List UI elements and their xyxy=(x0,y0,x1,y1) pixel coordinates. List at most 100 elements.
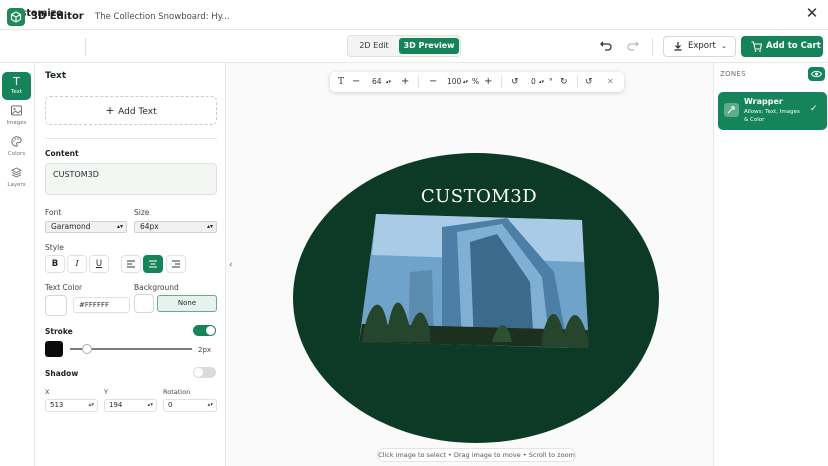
spinner-icon[interactable]: ▴▾ xyxy=(147,400,153,411)
zones-header: ZONES xyxy=(720,70,746,78)
rotation-unit: ° xyxy=(549,77,553,86)
font-select-value: Garamond xyxy=(51,222,91,231)
zone-item-wrapper[interactable]: Wrapper Allows: Text, Images & Color ✓ xyxy=(718,92,827,130)
divider xyxy=(577,76,578,88)
stroke-color-swatch[interactable] xyxy=(45,341,63,357)
preview-image[interactable] xyxy=(359,214,589,348)
select-arrows-icon: ▴▾ xyxy=(206,223,213,230)
mode-switcher: 2D Edit 3D Preview xyxy=(347,35,461,57)
content-textarea[interactable]: CUSTOM3D xyxy=(45,163,217,195)
rail-item-colors[interactable]: Colors xyxy=(2,133,31,161)
bold-button[interactable]: B xyxy=(45,255,65,273)
stroke-toggle[interactable] xyxy=(193,325,216,336)
rotate-right-icon[interactable]: ↻ xyxy=(560,72,568,92)
app-logo-icon xyxy=(7,8,25,26)
plus-icon: + xyxy=(105,104,119,117)
size-select-value: 64px xyxy=(140,222,159,231)
spinner-icon[interactable]: ▴▾ xyxy=(88,400,94,411)
background-color-swatch[interactable] xyxy=(134,294,154,313)
undo-icon[interactable] xyxy=(597,37,615,55)
content-label: Content xyxy=(45,149,79,158)
export-label: Export xyxy=(688,41,716,51)
divider xyxy=(652,38,653,56)
size-select[interactable]: 64px ▴▾ xyxy=(134,221,217,233)
underline-button[interactable]: U xyxy=(89,255,109,273)
layers-icon xyxy=(2,167,31,181)
rotation-value[interactable]: 0 xyxy=(531,72,536,92)
preview-text[interactable]: CUSTOM3D xyxy=(421,186,537,207)
add-text-button[interactable]: + Add Text xyxy=(45,96,217,125)
align-left-button[interactable] xyxy=(121,255,141,273)
text-icon: T xyxy=(13,75,20,88)
text-color-label: Text Color xyxy=(45,283,83,292)
close-icon[interactable]: ✕ xyxy=(804,4,820,22)
collapse-panel-icon[interactable]: ‹ xyxy=(229,260,233,270)
close-icon[interactable]: ✕ xyxy=(607,72,614,92)
reset-icon[interactable]: ↺ xyxy=(585,72,593,92)
stroke-width-slider-thumb[interactable] xyxy=(82,344,92,354)
spinner-icon[interactable]: ▴▾ xyxy=(539,72,544,92)
font-select[interactable]: Garamond ▴▾ xyxy=(45,221,127,233)
font-label: Font xyxy=(45,208,62,217)
export-button[interactable]: Export ⌄ xyxy=(663,36,736,57)
rail-item-images[interactable]: Images xyxy=(2,102,31,130)
rail-item-label: Images xyxy=(6,120,27,126)
zoom-out-button[interactable]: − xyxy=(429,72,437,92)
rail-item-layers[interactable]: Layers xyxy=(2,164,31,192)
text-color-hex-input[interactable]: #FFFFFF xyxy=(73,297,130,313)
rail-item-text[interactable]: T Text xyxy=(2,72,31,100)
align-left-icon xyxy=(127,260,135,268)
text-color-swatch[interactable] xyxy=(45,295,67,316)
stroke-width-value: 2px xyxy=(198,346,212,354)
align-center-icon xyxy=(149,260,157,268)
zoom-in-button[interactable]: + xyxy=(484,72,492,92)
zoom-value[interactable]: 100 xyxy=(447,72,461,92)
shadow-label: Shadow xyxy=(45,369,79,378)
redo-icon[interactable] xyxy=(624,37,642,55)
shadow-toggle[interactable] xyxy=(193,367,216,378)
zoom-unit: % xyxy=(472,77,480,86)
document-title: The Collection Snowboard: Hy... xyxy=(95,12,230,22)
eye-icon[interactable] xyxy=(808,67,825,81)
spinner-icon[interactable]: ▴▾ xyxy=(207,400,213,411)
toggle-knob xyxy=(206,326,215,335)
cart-icon xyxy=(751,36,763,66)
chevron-down-icon: ⌄ xyxy=(721,42,727,50)
zone-name: Wrapper xyxy=(744,97,783,106)
spinner-icon[interactable]: ▴▾ xyxy=(386,72,391,92)
divider xyxy=(45,138,217,139)
stroke-label: Stroke xyxy=(45,327,73,336)
align-right-button[interactable] xyxy=(166,255,186,273)
y-input[interactable]: 194 ▴▾ xyxy=(104,399,157,412)
rail-item-label: Colors xyxy=(7,151,26,157)
add-text-label: Add Text xyxy=(118,107,157,117)
size-label: Size xyxy=(134,208,150,217)
rotation-input[interactable]: 0 ▴▾ xyxy=(163,399,217,412)
increase-size-button[interactable]: + xyxy=(401,72,409,92)
y-label: Y xyxy=(104,388,108,396)
rail-item-label: Text xyxy=(10,89,23,95)
spinner-icon[interactable]: ▴▾ xyxy=(463,72,468,92)
italic-button[interactable]: I xyxy=(67,255,87,273)
x-input[interactable]: 513 ▴▾ xyxy=(45,399,98,412)
mode-2d-edit-button[interactable]: 2D Edit xyxy=(351,38,397,54)
font-size-value[interactable]: 64 xyxy=(372,72,382,92)
x-label: X xyxy=(45,388,50,396)
download-icon xyxy=(673,37,683,64)
image-icon xyxy=(2,105,31,119)
snowboard-preview[interactable]: CUSTOM3D xyxy=(292,152,662,446)
rotation-input-value: 0 xyxy=(168,401,173,409)
y-input-value: 194 xyxy=(109,401,123,409)
canvas-floating-toolbar: T − 64 ▴▾ + − 100 ▴▾ % + ↺ 0 ▴▾ ° ↻ ↺ ✕ xyxy=(330,72,624,92)
background-none-button[interactable]: None xyxy=(157,295,217,312)
panel-title: Text xyxy=(45,71,67,81)
align-center-button[interactable] xyxy=(143,255,163,273)
add-to-cart-button[interactable]: Add to Cart xyxy=(741,36,823,57)
zone-icon xyxy=(724,103,739,117)
rotate-left-icon[interactable]: ↺ xyxy=(511,72,519,92)
mode-3d-preview-button[interactable]: 3D Preview xyxy=(399,38,459,54)
add-to-cart-label: Add to Cart xyxy=(766,41,821,51)
x-input-value: 513 xyxy=(50,401,64,409)
text-size-icon: T xyxy=(338,77,345,87)
decrease-size-button[interactable]: − xyxy=(352,72,360,92)
